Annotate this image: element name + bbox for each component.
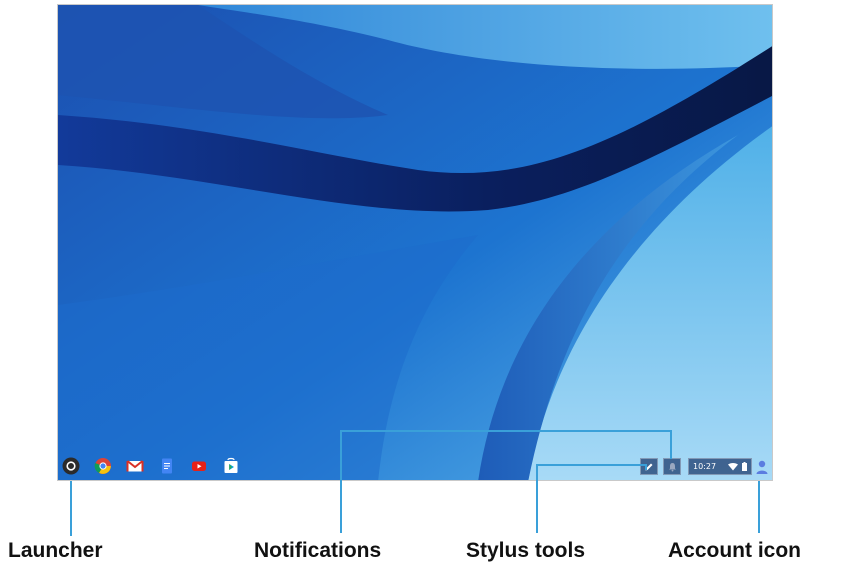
account-icon-label: Account icon xyxy=(668,539,802,562)
stylus-tools-button[interactable] xyxy=(640,458,658,475)
notifications-button[interactable] xyxy=(663,458,681,475)
clock-time: 10:27 xyxy=(693,462,717,471)
youtube-icon xyxy=(192,461,206,471)
chrome-button[interactable] xyxy=(94,457,112,475)
chromebook-screen: 10:27 xyxy=(57,4,773,481)
gmail-icon xyxy=(126,460,144,472)
youtube-button[interactable] xyxy=(190,457,208,475)
shelf-apps xyxy=(62,452,240,480)
docs-icon xyxy=(162,458,172,474)
play-store-icon xyxy=(224,457,238,473)
bell-icon xyxy=(668,462,676,471)
gmail-button[interactable] xyxy=(126,457,144,475)
play-store-button[interactable] xyxy=(222,457,240,475)
status-icons xyxy=(728,462,747,471)
launcher-icon xyxy=(62,457,80,475)
pen-icon xyxy=(645,463,653,470)
launcher-button[interactable] xyxy=(62,457,80,475)
person-icon xyxy=(756,460,768,474)
chrome-icon xyxy=(94,458,111,474)
launcher-label: Launcher xyxy=(8,539,103,562)
stylus-tools-label: Stylus tools xyxy=(466,539,586,562)
status-area[interactable]: 10:27 xyxy=(688,458,752,475)
docs-button[interactable] xyxy=(158,457,176,475)
account-button[interactable] xyxy=(754,458,770,475)
shelf: 10:27 xyxy=(58,452,772,480)
desktop-wallpaper xyxy=(58,5,772,480)
wifi-icon xyxy=(728,462,738,470)
battery-icon xyxy=(742,462,747,471)
notifications-label: Notifications xyxy=(254,539,382,562)
